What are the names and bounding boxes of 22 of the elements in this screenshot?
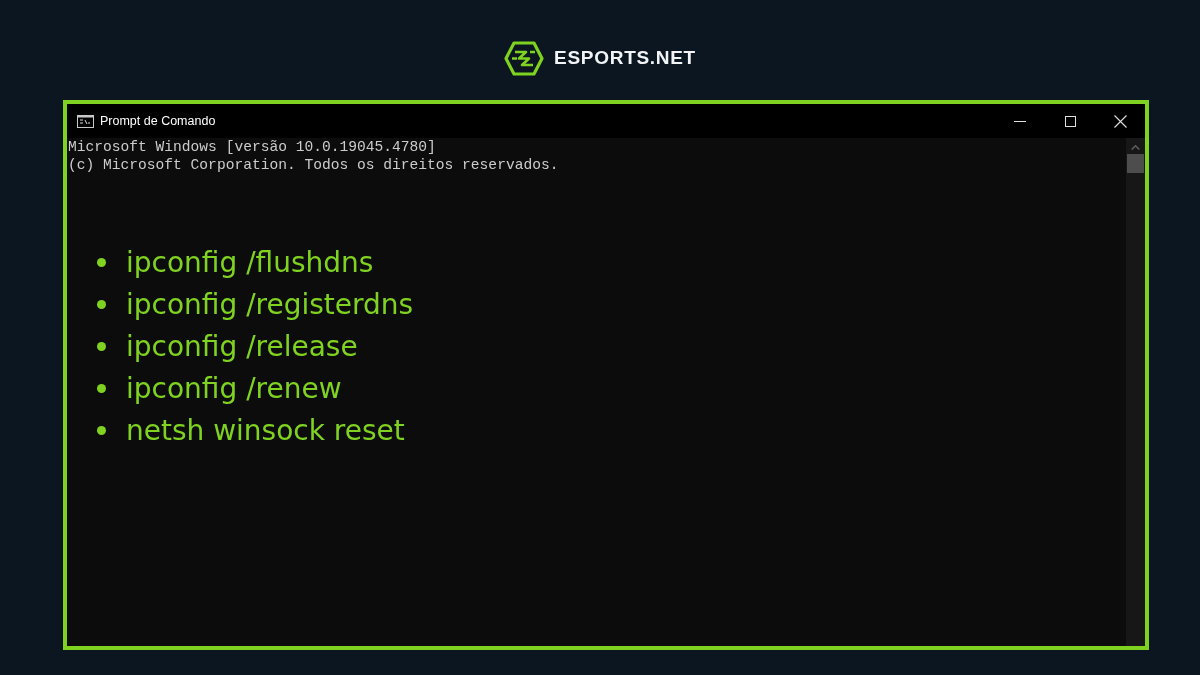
bullet-icon [97,257,106,267]
command-text: ipconfig /release [126,329,358,363]
scrollbar-thumb[interactable] [1127,154,1144,173]
console-line: Microsoft Windows [versão 10.0.19045.4780] [68,138,436,156]
bullet-icon [97,341,106,351]
command-text: ipconfig /registerdns [126,287,414,321]
scroll-up-icon[interactable] [1131,145,1140,150]
bullet-icon [97,299,106,309]
scrollbar[interactable] [1126,138,1145,646]
logo-icon [504,40,545,76]
close-icon [1113,114,1127,128]
minimize-icon [1014,120,1026,122]
bullet-icon [97,383,106,393]
console-line: (c) Microsoft Corporation. Todos os direitos reservados. [68,156,559,174]
command-text: ipconfig /renew [126,371,342,405]
console-icon [77,114,94,128]
maximize-icon [1064,115,1076,127]
bullet-icon [97,425,106,435]
brand-name: ESPORTS.NET [554,47,696,69]
command-text: ipconfig /flushdns [126,245,374,279]
window-title: Prompt de Comando [100,114,217,128]
command-text: netsh winsock reset [126,413,405,447]
